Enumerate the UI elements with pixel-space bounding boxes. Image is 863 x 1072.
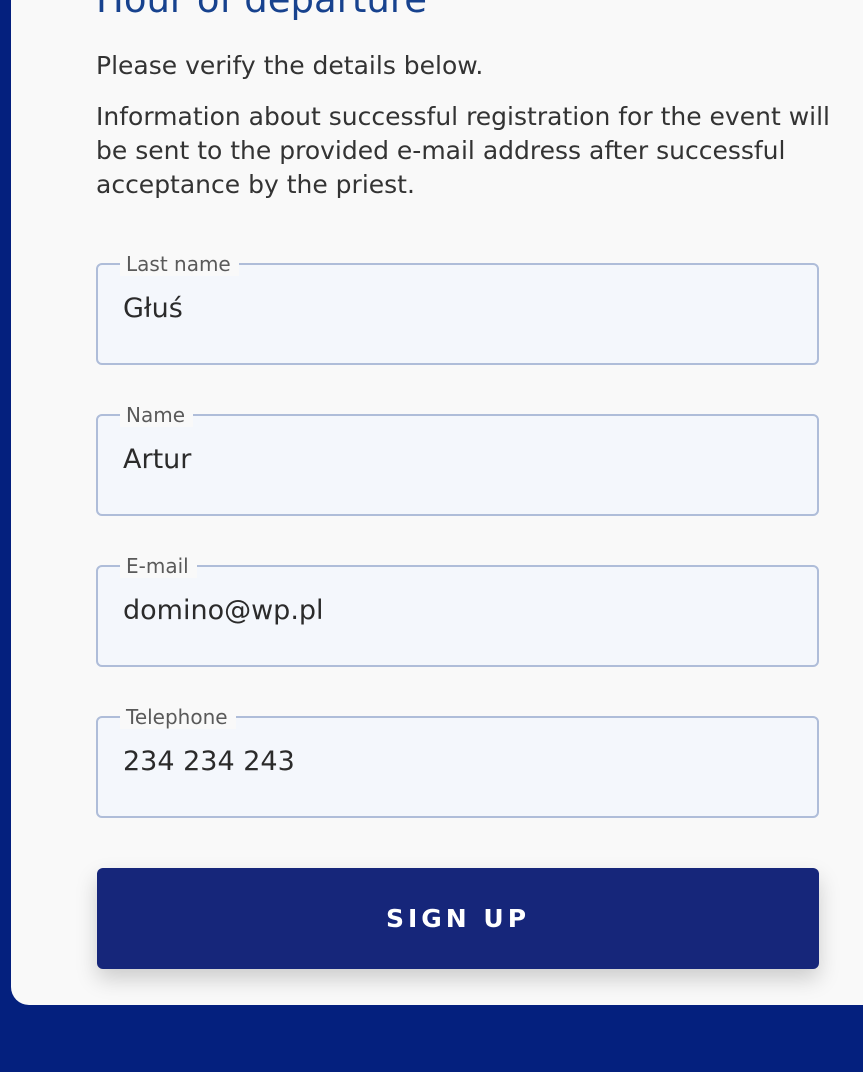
email-label: E-mail	[120, 554, 197, 578]
name-label: Name	[120, 403, 194, 427]
registration-card: Hour of departure Please verify the deta…	[11, 0, 863, 1005]
name-field[interactable]: Name Artur	[96, 403, 819, 516]
telephone-label: Telephone	[120, 705, 236, 729]
name-value[interactable]: Artur	[116, 443, 799, 477]
verify-text: Please verify the details below.	[96, 51, 484, 80]
last-name-value[interactable]: Głuś	[116, 292, 799, 326]
telephone-field[interactable]: Telephone 234 234 243	[96, 705, 819, 818]
page-title: Hour of departure	[96, 0, 427, 22]
info-text: Information about successful registratio…	[96, 102, 830, 199]
email-value[interactable]: domino@wp.pl	[116, 594, 799, 628]
last-name-label: Last name	[120, 252, 239, 276]
telephone-value[interactable]: 234 234 243	[116, 745, 799, 779]
sign-up-button[interactable]: SIGN UP	[97, 868, 819, 969]
last-name-field[interactable]: Last name Głuś	[96, 252, 819, 365]
email-field[interactable]: E-mail domino@wp.pl	[96, 554, 819, 667]
